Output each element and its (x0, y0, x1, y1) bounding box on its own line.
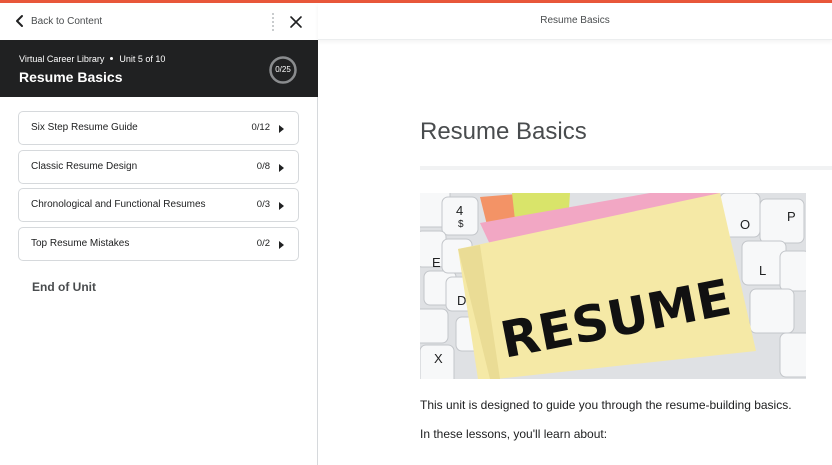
unit-progress-text: 0/25 (275, 65, 291, 74)
svg-text:X: X (434, 351, 443, 366)
unit-progress: 0/25 (268, 55, 298, 85)
lesson-item[interactable]: Classic Resume Design 0/8 (18, 149, 299, 184)
svg-text:O: O (740, 217, 750, 232)
caret-right-icon (279, 163, 284, 172)
lesson-count: 0/8 (256, 160, 270, 172)
unit-navigation-panel: Back to Content Virtual Career Library Un… (0, 3, 318, 465)
lesson-name: Top Resume Mistakes (31, 237, 130, 249)
resume-sticky-note-illustration: 4 $ E D X O P L RESUME (420, 193, 806, 379)
svg-text:L: L (759, 263, 766, 278)
chevron-left-icon (16, 15, 23, 27)
back-to-content-link[interactable]: Back to Content (14, 13, 102, 29)
panel-toolbar: Back to Content (0, 3, 318, 40)
unit-header: Virtual Career Library Unit 5 of 10 Resum… (0, 40, 318, 97)
lesson-item[interactable]: Six Step Resume Guide 0/12 (18, 111, 299, 145)
unit-label: Unit 5 of 10 (119, 54, 166, 64)
svg-text:$: $ (458, 219, 464, 230)
unit-breadcrumb: Virtual Career Library Unit 5 of 10 (19, 54, 165, 64)
caret-right-icon (279, 125, 284, 133)
caret-right-icon (279, 202, 284, 210)
svg-text:E: E (432, 255, 441, 270)
svg-text:P: P (787, 209, 796, 224)
lesson-list: Six Step Resume Guide 0/12 Classic Resum… (18, 111, 299, 265)
content-toolbar-title: Resume Basics (540, 15, 610, 26)
library-name: Virtual Career Library (19, 54, 105, 64)
lesson-count: 0/3 (256, 199, 270, 210)
lesson-item[interactable]: Top Resume Mistakes 0/2 (18, 226, 299, 261)
lesson-name: Classic Resume Design (31, 160, 138, 172)
lesson-count: 0/12 (251, 122, 271, 133)
lesson-name: Six Step Resume Guide (31, 122, 138, 133)
end-of-unit-label: End of Unit (32, 280, 96, 294)
caret-right-icon (279, 240, 284, 249)
lesson-item[interactable]: Chronological and Functional Resumes 0/3 (18, 188, 299, 222)
lesson-name: Chronological and Functional Resumes (31, 199, 206, 210)
page-title: Resume Basics (420, 118, 587, 145)
lessons-intro-paragraph: In these lessons, you'll learn about: (420, 427, 608, 441)
svg-text:4: 4 (456, 203, 463, 218)
hero-image: 4 $ E D X O P L RESUME (420, 193, 806, 379)
unit-title: Resume Basics (19, 69, 123, 85)
close-icon[interactable] (288, 14, 304, 30)
lesson-count: 0/2 (256, 237, 270, 249)
content-toolbar: Resume Basics (318, 3, 832, 40)
title-divider (420, 166, 832, 170)
intro-paragraph: This unit is designed to guide you throu… (420, 398, 792, 412)
more-vertical-icon[interactable] (270, 13, 276, 31)
back-to-content-label: Back to Content (31, 15, 103, 27)
svg-text:D: D (457, 293, 466, 308)
